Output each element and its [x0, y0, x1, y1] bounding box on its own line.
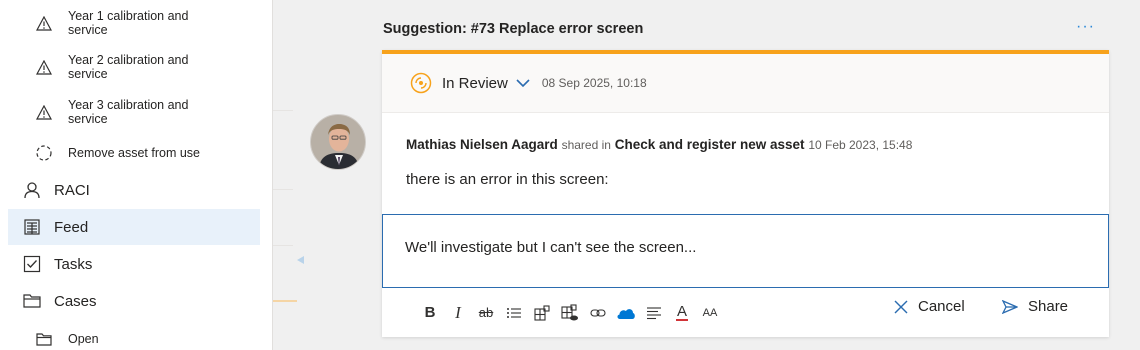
share-button[interactable]: Share [1002, 298, 1068, 315]
sidebar-item-tasks[interactable]: Tasks [8, 246, 260, 282]
sidebar-item-label-cont: service [68, 67, 108, 81]
checkbox-icon [22, 254, 42, 274]
divider [273, 245, 293, 246]
page-title: Suggestion: #73 Replace error screen [383, 21, 644, 37]
post-timestamp: 10 Feb 2023, 15:48 [808, 138, 913, 152]
strikethrough-button[interactable]: ab [472, 299, 500, 327]
dashed-circle-icon [34, 143, 54, 163]
sidebar-item-label: Year 1 calibration and [68, 9, 189, 23]
post-body: there is an error in this screen: [406, 171, 609, 188]
onedrive-icon[interactable] [612, 299, 640, 327]
divider [273, 110, 293, 111]
sidebar-item-label-cont: service [68, 23, 108, 37]
in-review-icon [410, 72, 432, 94]
person-icon [22, 180, 42, 200]
bold-button[interactable]: B [416, 299, 444, 327]
reply-input[interactable]: We'll investigate but I can't see the sc… [382, 214, 1109, 288]
suggestion-card: In Review 08 Sep 2025, 10:18 Mathias Nie… [382, 50, 1109, 337]
reply-text: We'll investigate but I can't see the sc… [405, 239, 697, 256]
sidebar-item-label: Remove asset from use [68, 146, 200, 160]
sidebar-item-cases[interactable]: Cases [8, 283, 260, 319]
send-icon [1002, 299, 1018, 314]
post-header: Mathias Nielsen Aagard shared in Check a… [406, 137, 912, 152]
post-target-link[interactable]: Check and register new asset [615, 137, 805, 152]
sidebar-item-remove-asset[interactable]: Remove asset from use [34, 143, 200, 163]
sidebar-item-year1[interactable]: Year 1 calibration and service [34, 9, 188, 37]
feed-icon [22, 217, 42, 237]
formatting-toolbar: B I ab A AA Cancel Share [382, 288, 1109, 337]
share-label: Share [1028, 298, 1069, 315]
sidebar-item-label: Year 3 calibration and [68, 98, 189, 112]
folder-icon [22, 291, 42, 311]
sidebar-item-year2[interactable]: Year 2 calibration and service [34, 53, 188, 81]
status-dropdown[interactable]: In Review [442, 75, 508, 92]
close-icon [894, 300, 908, 313]
font-color-button[interactable]: A [668, 299, 696, 327]
insert-image-icon[interactable] [556, 299, 584, 327]
sidebar: Year 1 calibration and service Year 2 cal… [0, 0, 273, 350]
status-row: In Review 08 Sep 2025, 10:18 [382, 54, 1109, 113]
cancel-label: Cancel [918, 298, 965, 315]
warning-icon [34, 57, 54, 77]
sidebar-item-raci[interactable]: RACI [8, 172, 260, 208]
sidebar-item-label: Open [68, 332, 99, 346]
align-text-icon[interactable] [640, 299, 668, 327]
link-icon[interactable] [584, 299, 612, 327]
collapse-arrow-icon[interactable] [297, 256, 304, 264]
divider [273, 189, 293, 190]
sidebar-item-feed[interactable]: Feed [8, 209, 260, 245]
cancel-button[interactable]: Cancel [894, 298, 965, 315]
warning-icon [34, 13, 54, 33]
avatar [310, 114, 366, 170]
sidebar-item-label-cont: service [68, 112, 108, 126]
divider [273, 300, 297, 302]
warning-icon [34, 102, 54, 122]
folder-icon [34, 329, 54, 349]
italic-button[interactable]: I [444, 299, 472, 327]
more-options-button[interactable]: ··· [1076, 18, 1095, 36]
post-author[interactable]: Mathias Nielsen Aagard [406, 137, 558, 152]
bullet-list-icon[interactable] [500, 299, 528, 327]
sidebar-item-label: Tasks [54, 255, 93, 273]
sidebar-item-label: Feed [54, 218, 89, 236]
chevron-down-icon[interactable] [516, 78, 530, 88]
insert-table-icon[interactable] [528, 299, 556, 327]
sidebar-item-cases-open[interactable]: Open [34, 329, 99, 349]
status-timestamp: 08 Sep 2025, 10:18 [541, 76, 647, 90]
sidebar-item-label: RACI [54, 181, 90, 199]
sidebar-item-label: Cases [54, 292, 97, 310]
post-shared-text: shared in [561, 138, 611, 152]
sidebar-item-label: Year 2 calibration and [68, 53, 189, 67]
font-size-button[interactable]: AA [696, 299, 724, 327]
sidebar-item-year3[interactable]: Year 3 calibration and service [34, 98, 188, 126]
